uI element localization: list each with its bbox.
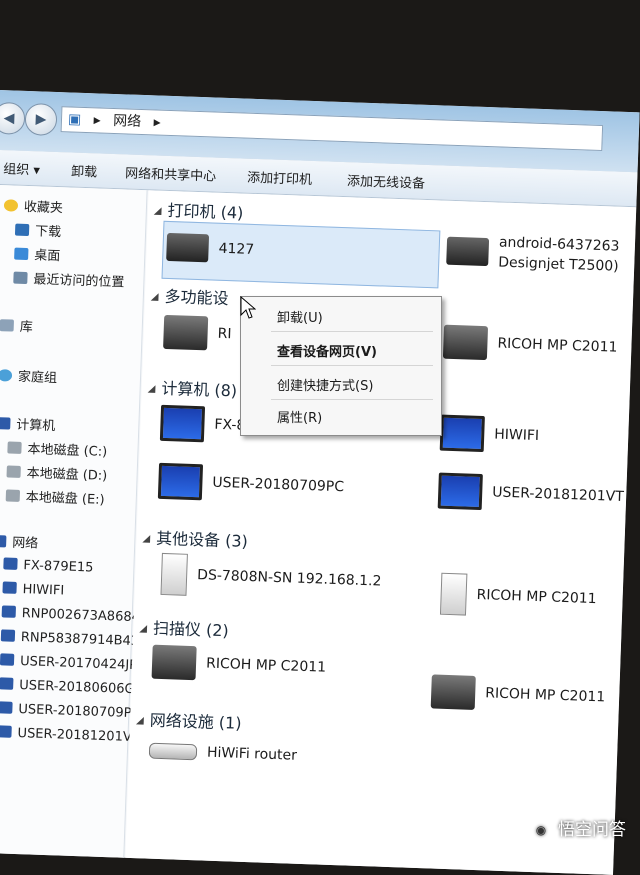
computer-icon bbox=[1, 605, 17, 618]
nav-library[interactable]: 库 bbox=[0, 315, 33, 335]
router-hiwifi[interactable]: HiWiFi router bbox=[148, 742, 297, 764]
group-other[interactable]: 其他设备 (3) bbox=[142, 524, 248, 552]
nav-network-item[interactable]: FX-879E15 bbox=[3, 557, 94, 576]
nav-network-item[interactable]: RNP002673A86849 bbox=[1, 605, 148, 625]
group-printers[interactable]: 打印机 (4) bbox=[154, 196, 244, 223]
computer-icon bbox=[0, 677, 14, 690]
nav-favorites[interactable]: 收藏夹 bbox=[3, 195, 64, 216]
monitor-icon bbox=[159, 404, 206, 443]
computer-user0709[interactable]: USER-20180709PC bbox=[157, 462, 345, 505]
nav-disk-d[interactable]: 本地磁盘 (D:) bbox=[6, 461, 108, 484]
network-center-button[interactable]: 网络和共享中心 bbox=[125, 162, 217, 184]
multifunction-printer-icon bbox=[163, 314, 209, 351]
breadcrumb-separator-icon: ▸ bbox=[153, 114, 161, 131]
homegroup-icon bbox=[0, 369, 13, 382]
printer-icon bbox=[446, 236, 490, 267]
computer-icon bbox=[0, 417, 11, 430]
watermark: ◉ 悟空问答 bbox=[530, 815, 626, 841]
computer-icon bbox=[0, 725, 12, 738]
router-icon bbox=[148, 742, 198, 761]
scanner-icon bbox=[430, 674, 476, 710]
mfp-left[interactable]: RI bbox=[163, 314, 232, 351]
nav-network-item[interactable]: USER-20180709PC bbox=[0, 701, 141, 721]
nav-network-item[interactable]: USER-20170424JP bbox=[0, 653, 137, 673]
uninstall-button[interactable]: 卸载 bbox=[71, 161, 98, 181]
nav-recent[interactable]: 最近访问的位置 bbox=[13, 268, 125, 290]
hard-disk-icon bbox=[5, 489, 21, 502]
nav-network-item[interactable]: HIWIFI bbox=[2, 581, 64, 599]
mouse-cursor-icon bbox=[240, 296, 256, 319]
monitor-icon bbox=[157, 462, 204, 501]
nav-network-item[interactable]: USER-20180606GN bbox=[0, 677, 145, 697]
recent-places-icon bbox=[13, 271, 28, 285]
group-network-infra[interactable]: 网络设施 (1) bbox=[136, 706, 242, 734]
server-icon bbox=[439, 572, 468, 616]
menu-separator bbox=[271, 365, 433, 366]
printer-icon bbox=[166, 232, 210, 263]
nav-network-item[interactable]: USER-20181201VT bbox=[0, 725, 140, 745]
network-location-icon: ▣ bbox=[67, 111, 82, 128]
back-button[interactable]: ◀ bbox=[0, 101, 26, 135]
add-printer-button[interactable]: 添加打印机 bbox=[247, 167, 313, 188]
menu-properties[interactable]: 属性(R) bbox=[277, 407, 322, 426]
other-ricoh[interactable]: RICOH MP C2011 bbox=[439, 572, 597, 620]
computer-icon bbox=[0, 653, 15, 666]
devices-content: 打印机 (4) 4127 android-6437263Designjet T2… bbox=[124, 190, 637, 875]
breadcrumb-separator-icon: ▸ bbox=[93, 112, 101, 129]
explorer-window: ◀ ▶ ▣ ▸ 网络 ▸ 组织 ▾ 卸载 网络和共享中心 添加打印机 添加无线设… bbox=[0, 90, 640, 875]
monitor-icon bbox=[437, 472, 483, 511]
menu-uninstall[interactable]: 卸载(U) bbox=[277, 307, 323, 326]
menu-separator bbox=[271, 331, 433, 332]
computer-hiwifi[interactable]: HIWIFI bbox=[439, 414, 540, 454]
wukong-logo-icon: ◉ bbox=[530, 819, 552, 841]
nav-disk-c[interactable]: 本地磁盘 (C:) bbox=[7, 437, 107, 460]
nav-homegroup[interactable]: 家庭组 bbox=[0, 365, 57, 386]
server-icon bbox=[160, 552, 188, 596]
network-icon bbox=[0, 535, 7, 548]
printer-android[interactable]: android-6437263 Designjet T2500) bbox=[446, 231, 620, 277]
group-computers[interactable]: 计算机 (8) bbox=[147, 374, 237, 401]
menu-create-shortcut[interactable]: 创建快捷方式(S) bbox=[277, 375, 373, 394]
context-menu: 卸载(U) 查看设备网页(V) 创建快捷方式(S) 属性(R) bbox=[240, 296, 442, 436]
breadcrumb-network[interactable]: 网络 bbox=[113, 113, 142, 130]
menu-separator bbox=[271, 399, 433, 400]
monitor-icon bbox=[439, 414, 485, 453]
group-mfp[interactable]: 多功能设 bbox=[151, 282, 230, 309]
multifunction-printer-icon bbox=[442, 324, 489, 361]
address-field[interactable]: ▣ ▸ 网络 ▸ bbox=[60, 106, 604, 152]
nav-network[interactable]: 网络 bbox=[0, 531, 39, 552]
group-scanners[interactable]: 扫描仪 (2) bbox=[139, 614, 229, 641]
download-folder-icon bbox=[14, 223, 30, 237]
printer-4127[interactable]: 4127 bbox=[166, 232, 255, 264]
hard-disk-icon bbox=[6, 465, 21, 478]
forward-button[interactable]: ▶ bbox=[24, 102, 58, 136]
nav-downloads[interactable]: 下载 bbox=[14, 220, 62, 240]
hard-disk-icon bbox=[7, 441, 22, 454]
nav-network-item[interactable]: RNP58387914B438 bbox=[0, 629, 148, 649]
computer-icon bbox=[0, 701, 13, 714]
scanner-ricoh-2[interactable]: RICOH MP C2011 bbox=[430, 674, 606, 714]
add-wireless-button[interactable]: 添加无线设备 bbox=[347, 170, 426, 192]
computer-icon bbox=[2, 581, 17, 594]
nav-computer[interactable]: 计算机 bbox=[0, 413, 56, 434]
mfp-ricoh[interactable]: RICOH MP C2011 bbox=[442, 324, 618, 365]
computer-icon bbox=[3, 557, 18, 570]
navigation-pane: 收藏夹 下载 桌面 最近访问的位置 库 家庭组 计算机 本地磁盘 (C:) 本地… bbox=[0, 184, 148, 870]
library-icon bbox=[0, 319, 14, 332]
star-icon bbox=[3, 199, 19, 212]
menu-view-webpage[interactable]: 查看设备网页(V) bbox=[277, 341, 377, 360]
desktop-icon bbox=[14, 247, 29, 261]
nav-desktop[interactable]: 桌面 bbox=[14, 244, 61, 264]
scanner-ricoh-1[interactable]: RICOH MP C2011 bbox=[151, 644, 327, 685]
computer-icon bbox=[0, 629, 16, 642]
other-ds7808[interactable]: DS-7808N-SN 192.168.1.2 bbox=[160, 552, 382, 603]
nav-disk-e[interactable]: 本地磁盘 (E:) bbox=[5, 485, 105, 508]
computer-user1201[interactable]: USER-20181201VT bbox=[437, 472, 625, 515]
scanner-icon bbox=[151, 644, 197, 681]
organize-button[interactable]: 组织 ▾ bbox=[3, 158, 40, 178]
